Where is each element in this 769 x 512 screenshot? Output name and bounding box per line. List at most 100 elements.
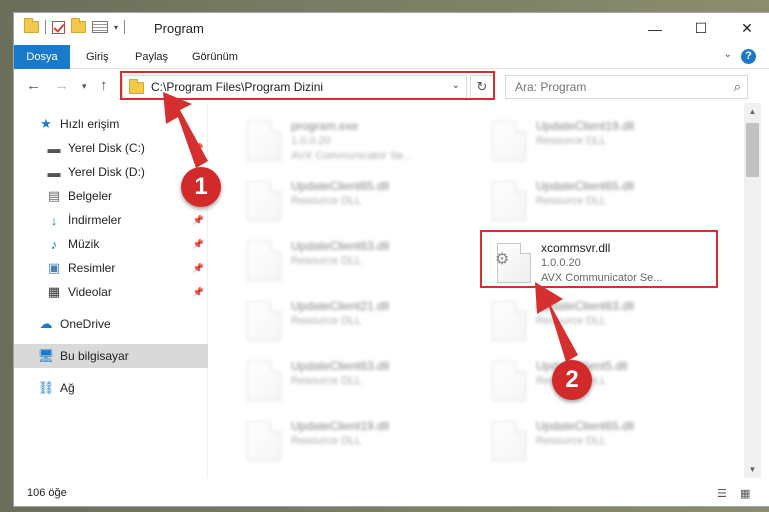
file-type: Resource DLL [291,435,362,447]
nav-item-videos[interactable]: ▦ Videolar 📌 [14,280,208,304]
download-icon: ↓ [50,212,58,228]
tab-home[interactable]: Giriş [86,45,109,69]
pin-icon[interactable]: 📌 [193,215,204,226]
nav-label: Yerel Disk (C:) [68,141,145,155]
minimize-button[interactable]: — [632,13,678,44]
document-icon: ▤ [47,188,61,203]
search-box[interactable]: ⌕ [505,75,748,99]
tab-share[interactable]: Paylaş [135,45,168,69]
up-arrow-icon[interactable]: ↑ [100,77,108,94]
pin-icon[interactable]: 📌 [193,263,204,274]
file-type: Resource DLL [536,315,607,327]
forward-arrow-icon[interactable]: → [54,77,69,94]
nav-label: Müzik [68,237,100,251]
pin-icon[interactable]: 📌 [193,239,204,250]
file-item-program-exe[interactable]: program.exe 1.0.0.20 AVX Communicator Se… [239,113,469,167]
nav-label: Hızlı erişim [60,117,120,131]
file-item[interactable]: UpdateClient63.dll Resource DLL [239,233,469,287]
nav-label: Ağ [60,381,75,395]
file-item[interactable]: UpdateClient19.dll Resource DLL [484,113,714,167]
nav-label: Videolar [68,285,112,299]
search-icon[interactable]: ⌕ [734,79,741,95]
nav-label: İndirmeler [68,213,122,227]
file-name: UpdateClient65.dll [536,419,635,433]
ribbon-tabs: Dosya Giriş Paylaş Görünüm ⌄ ? [14,45,769,69]
recent-locations-icon[interactable]: ▾ [82,81,87,92]
network-icon: ⛓ [37,380,55,395]
step-badge-1: 1 [181,167,221,207]
drive-icon: ▬ [47,140,61,156]
dll-file-icon [247,241,281,281]
file-name: UpdateClient65.dll [291,179,390,193]
file-name: UpdateClient21.dll [291,299,390,313]
file-name: UpdateClient63.dll [536,299,635,313]
exe-file-icon [247,121,281,161]
close-button[interactable]: ✕ [724,13,769,44]
vertical-scrollbar[interactable]: ▲ ▼ [744,103,761,478]
separator [124,20,126,34]
file-item[interactable]: UpdateClient19.dll Resource DLL [239,413,469,467]
address-bar-highlight [120,71,495,100]
pictures-icon: ▣ [47,260,61,275]
nav-item-local-disk-d[interactable]: ▬ Yerel Disk (D:) [14,160,208,184]
pin-icon[interactable]: 📌 [193,143,204,154]
folder-icon[interactable] [24,18,39,33]
file-type: Resource DLL [291,375,362,387]
properties-check-icon[interactable] [52,20,65,34]
nav-network[interactable]: ⛓ Ağ [14,376,208,400]
nav-item-pictures[interactable]: ▣ Resimler 📌 [14,256,208,280]
nav-label: OneDrive [60,317,111,331]
expand-ribbon-icon[interactable]: ⌄ [724,49,732,60]
scroll-up-arrow-icon[interactable]: ▲ [744,103,761,120]
pin-icon[interactable]: 📌 [193,287,204,298]
file-item[interactable]: UpdateClient63.dll Resource DLL [239,353,469,407]
new-folder-icon[interactable] [71,18,86,33]
dll-file-icon [247,361,281,401]
file-name: UpdateClient19.dll [536,119,635,133]
details-view-icon[interactable]: ☰ [717,487,727,500]
file-name: UpdateClient63.dll [291,359,390,373]
properties-icon[interactable] [92,21,108,33]
scroll-down-arrow-icon[interactable]: ▼ [744,461,761,478]
dll-file-icon [492,181,526,221]
nav-label: Bu bilgisayar [60,349,129,363]
nav-label: Resimler [68,261,116,275]
navigation-pane: ★ Hızlı erişim ▬ Yerel Disk (C:) 📌 ▬ Yer… [14,103,208,478]
dll-file-icon [492,301,526,341]
help-icon[interactable]: ? [741,49,756,64]
nav-label: Belgeler [68,189,113,203]
nav-onedrive[interactable]: ☁ OneDrive [14,312,208,336]
status-bar: 106 öğe ☰ ▦ [14,479,769,506]
item-count: 106 öğe [27,487,67,499]
file-item[interactable]: UpdateClient65.dll Resource DLL [484,413,714,467]
file-name: UpdateClient19.dll [291,419,390,433]
file-item[interactable]: UpdateClient21.dll Resource DLL [239,293,469,347]
customize-toolbar-icon[interactable]: ▾ [114,23,118,32]
nav-item-music[interactable]: ♪ Müzik 📌 [14,232,208,256]
file-item[interactable]: UpdateClient63.dll Resource DLL [484,293,714,347]
quick-access-toolbar: ▾ [24,18,126,34]
window-controls: — ☐ ✕ [632,13,769,44]
back-arrow-icon[interactable]: ← [26,77,41,94]
nav-this-pc[interactable]: 🖥 Bu bilgisayar [14,344,208,368]
nav-item-downloads[interactable]: ↓ İndirmeler 📌 [14,208,208,232]
window-title: Program [154,21,204,36]
nav-item-local-disk-c[interactable]: ▬ Yerel Disk (C:) 📌 [14,136,208,160]
tab-file[interactable]: Dosya [14,45,70,69]
large-icons-view-icon[interactable]: ▦ [740,487,750,500]
step-badge-2: 2 [552,360,592,400]
file-type: Resource DLL [291,195,362,207]
cloud-icon: ☁ [39,316,53,331]
file-version: 1.0.0.20 [291,135,331,147]
nav-item-documents[interactable]: ▤ Belgeler 📌 [14,184,208,208]
maximize-button[interactable]: ☐ [678,13,724,44]
scroll-thumb[interactable] [746,123,759,177]
file-item[interactable]: UpdateClient65.dll Resource DLL [239,173,469,227]
dll-file-icon [492,121,526,161]
nav-quick-access[interactable]: ★ Hızlı erişim [14,112,208,136]
file-name: program.exe [291,119,359,133]
search-input[interactable] [515,80,715,94]
file-item[interactable]: UpdateClient5.dll Resource DLL [484,353,714,407]
file-item[interactable]: UpdateClient65.dll Resource DLL [484,173,714,227]
tab-view[interactable]: Görünüm [192,45,238,69]
